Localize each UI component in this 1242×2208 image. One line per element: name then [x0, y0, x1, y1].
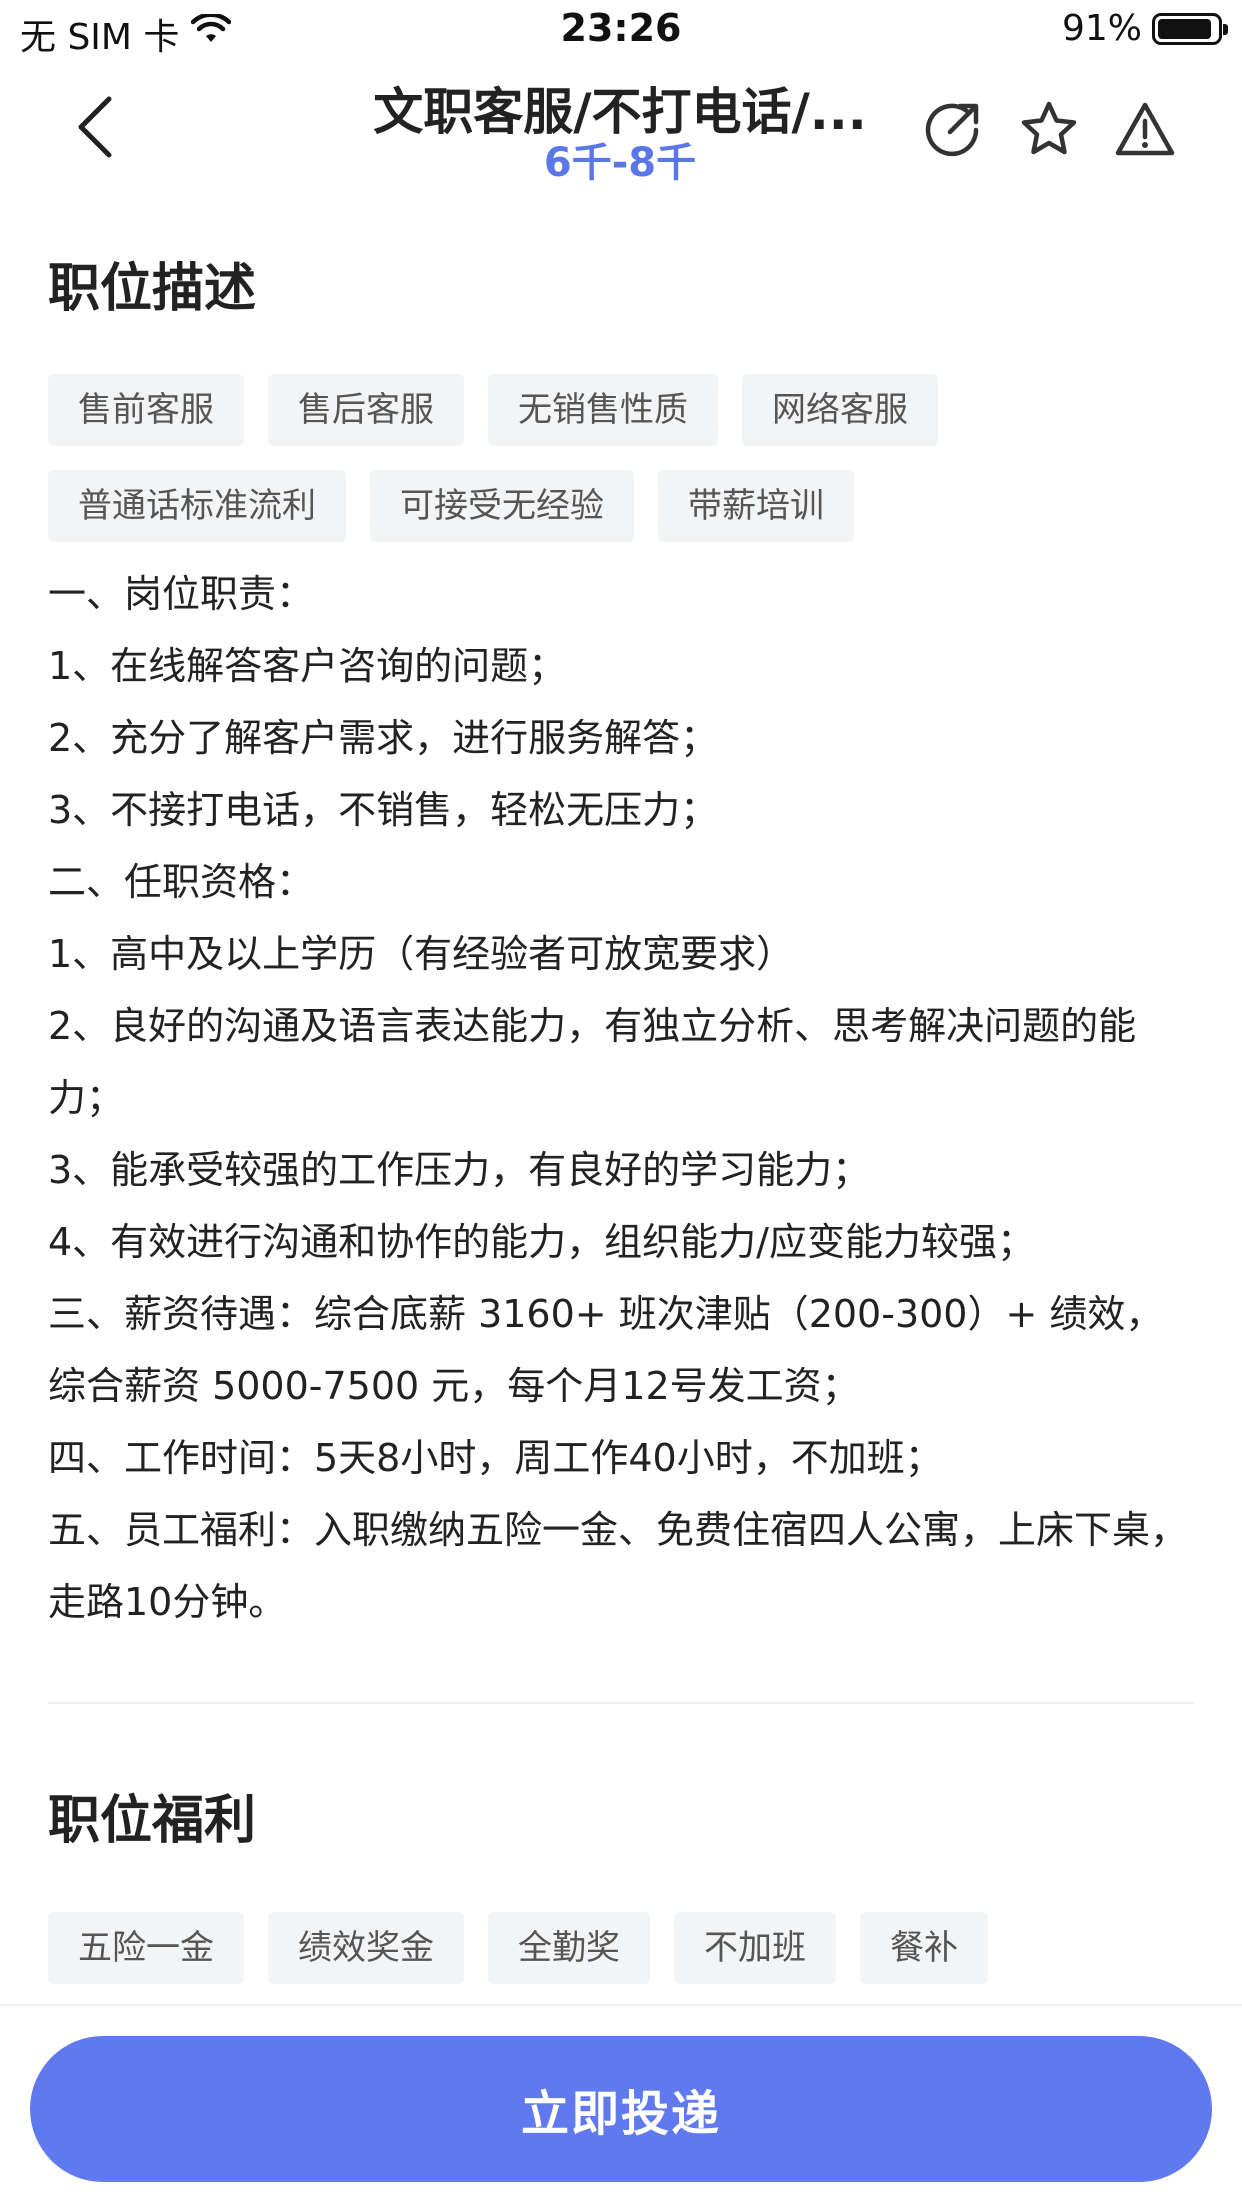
tag-item: 售后客服	[268, 374, 464, 446]
description-line: 3、不接打电话，不销售，轻松无压力；	[48, 788, 719, 832]
favorite-button[interactable]	[1016, 96, 1082, 162]
benefit-tag: 餐补	[860, 1912, 988, 1984]
share-icon	[925, 103, 979, 157]
job-description-text: 一、岗位职责： 1、在线解答客户咨询的问题； 2、充分了解客户需求，进行服务解答…	[48, 558, 1194, 1638]
benefit-tag: 绩效奖金	[268, 1912, 464, 1984]
share-button[interactable]	[920, 96, 986, 162]
section-divider	[48, 1702, 1194, 1704]
job-salary: 6千-8千	[543, 140, 697, 186]
tag-item: 带薪培训	[658, 470, 854, 542]
description-line: 五、员工福利：入职缴纳五险一金、免费住宿四人公寓，上床下桌，走路10分钟。	[48, 1508, 1189, 1624]
description-line: 1、高中及以上学历（有经验者可放宽要求）	[48, 932, 795, 976]
status-bar: 无 SIM 卡 23:26 91%	[0, 0, 1242, 62]
description-line: 二、任职资格：	[48, 860, 315, 904]
chevron-left-icon	[78, 96, 112, 158]
description-title: 职位描述	[48, 259, 257, 319]
benefit-tag: 不加班	[674, 1912, 836, 1984]
battery-percent: 91%	[1061, 8, 1142, 49]
apply-button[interactable]: 立即投递	[30, 2036, 1212, 2182]
battery-icon	[1152, 12, 1228, 45]
job-detail-content: 职位描述 售前客服 售后客服 无销售性质 网络客服 普通话标准流利 可接受无经验…	[48, 192, 1194, 1984]
description-line: 三、薪资待遇：综合底薪 3160+ 班次津贴（200-300）+ 绩效，综合薪资…	[48, 1292, 1164, 1408]
tag-item: 售前客服	[48, 374, 244, 446]
description-line: 一、岗位职责：	[48, 572, 315, 616]
warning-icon	[1115, 102, 1175, 156]
description-tags: 售前客服 售后客服 无销售性质 网络客服 普通话标准流利 可接受无经验 带薪培训	[48, 374, 1194, 542]
back-button[interactable]	[60, 92, 130, 162]
benefit-tag: 全勤奖	[488, 1912, 650, 1984]
description-line: 3、能承受较强的工作压力，有良好的学习能力；	[48, 1148, 871, 1192]
description-line: 2、充分了解客户需求，进行服务解答；	[48, 716, 719, 760]
benefits-tags: 五险一金 绩效奖金 全勤奖 不加班 餐补	[48, 1912, 1194, 1984]
tag-item: 可接受无经验	[370, 470, 634, 542]
bottom-action-bar: 立即投递	[0, 2004, 1242, 2208]
star-icon	[1021, 101, 1077, 155]
tag-item: 无销售性质	[488, 374, 718, 446]
description-line: 四、工作时间：5天8小时，周工作40小时，不加班；	[48, 1436, 943, 1480]
description-line: 1、在线解答客户咨询的问题；	[48, 644, 567, 688]
tag-item: 网络客服	[742, 374, 938, 446]
description-line: 2、良好的沟通及语言表达能力，有独立分析、思考解决问题的能力；	[48, 1004, 1137, 1120]
benefits-title: 职位福利	[48, 1791, 257, 1851]
nav-bar: 文职客服/不打电话/... 6千-8千	[0, 62, 1242, 192]
description-line: 4、有效进行沟通和协作的能力，组织能力/应变能力较强；	[48, 1220, 1035, 1264]
tag-item: 普通话标准流利	[48, 470, 346, 542]
status-time: 23:26	[560, 6, 682, 50]
status-battery-group: 91%	[1061, 8, 1228, 49]
report-button[interactable]	[1112, 96, 1178, 162]
benefit-tag: 五险一金	[48, 1912, 244, 1984]
